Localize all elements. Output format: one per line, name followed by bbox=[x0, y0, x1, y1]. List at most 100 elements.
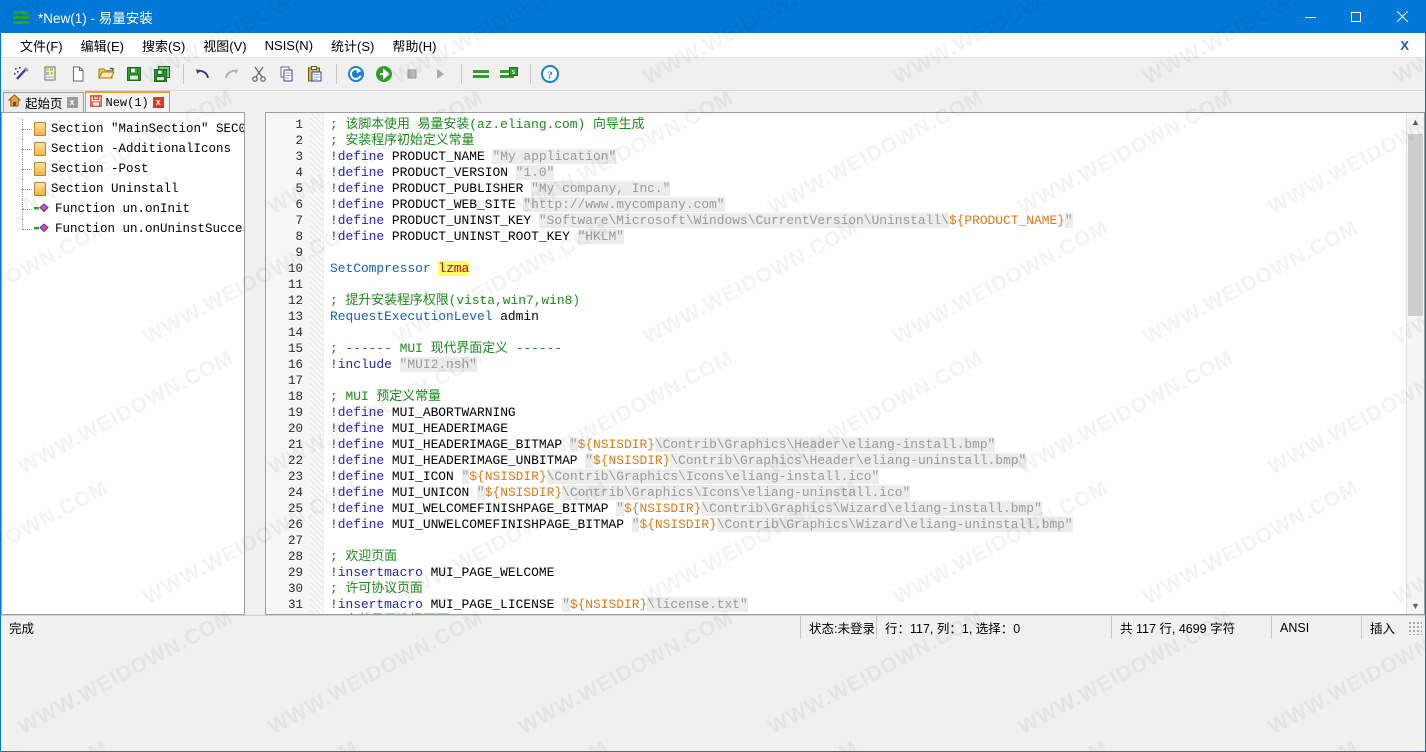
code-token: !define bbox=[330, 149, 385, 164]
code-line[interactable]: !define PRODUCT_PUBLISHER "My company, I… bbox=[330, 181, 1406, 197]
menu-view[interactable]: 视图(V) bbox=[194, 33, 255, 58]
play-icon[interactable] bbox=[427, 61, 453, 87]
editor-vertical-scrollbar[interactable]: ▲ ▼ bbox=[1406, 113, 1424, 614]
code-line[interactable]: !define MUI_UNICON "${NSISDIR}\Contrib\G… bbox=[330, 485, 1406, 501]
code-line[interactable] bbox=[330, 277, 1406, 293]
code-line[interactable]: ; 欢迎页面 bbox=[330, 549, 1406, 565]
menu-help[interactable]: 帮助(H) bbox=[383, 33, 445, 58]
code-line[interactable]: ; 提升安装程序权限(vista,win7,win8) bbox=[330, 293, 1406, 309]
tab-new-1[interactable]: New(1) x bbox=[84, 91, 170, 112]
code-line[interactable]: !define MUI_ABORTWARNING bbox=[330, 405, 1406, 421]
tree-item-mainsection[interactable]: Section "MainSection" SEC01 bbox=[8, 119, 244, 139]
toolbar-separator bbox=[530, 64, 531, 84]
code-line[interactable]: !define PRODUCT_VERSION "1.0" bbox=[330, 165, 1406, 181]
stop-icon[interactable] bbox=[399, 61, 425, 87]
code-token: !define bbox=[330, 501, 385, 516]
app-logo-icon bbox=[13, 9, 29, 25]
code-line[interactable]: !insertmacro MUI_PAGE_LICENSE "${NSISDIR… bbox=[330, 597, 1406, 613]
code-line[interactable]: ; MUI 预定义常量 bbox=[330, 389, 1406, 405]
code-line[interactable]: !define PRODUCT_UNINST_ROOT_KEY "HKLM" bbox=[330, 229, 1406, 245]
line-number: 12 bbox=[287, 294, 303, 308]
resize-grip-icon[interactable] bbox=[1408, 620, 1422, 635]
pane-splitter[interactable] bbox=[245, 112, 265, 615]
code-token: ${NSISDIR} bbox=[577, 437, 655, 452]
wizard-icon[interactable] bbox=[9, 61, 35, 87]
save-all-icon[interactable] bbox=[149, 61, 175, 87]
code-line[interactable] bbox=[330, 325, 1406, 341]
folder-icon bbox=[34, 162, 46, 176]
code-line[interactable]: SetCompressor lzma bbox=[330, 261, 1406, 277]
redo-icon[interactable] bbox=[218, 61, 244, 87]
tab-start-page-close-icon[interactable]: x bbox=[66, 97, 78, 108]
new-from-template-icon[interactable] bbox=[37, 61, 63, 87]
copy-icon[interactable] bbox=[274, 61, 300, 87]
code-line[interactable]: !define MUI_HEADERIMAGE_UNBITMAP "${NSIS… bbox=[330, 453, 1406, 469]
code-line[interactable]: ; 该脚本使用 易量安装(az.eliang.com) 向导生成 bbox=[330, 117, 1406, 133]
tree-item-post[interactable]: Section -Post bbox=[8, 159, 244, 179]
code-token: ; 许可协议页面 bbox=[330, 581, 423, 596]
code-line[interactable]: ; 安装目录选择页面 bbox=[330, 613, 1406, 614]
paste-icon[interactable] bbox=[302, 61, 328, 87]
code-token: MUI_HEADERIMAGE bbox=[384, 421, 508, 436]
menu-file[interactable]: 文件(F) bbox=[11, 33, 72, 58]
menu-search[interactable]: 搜索(S) bbox=[133, 33, 194, 58]
menu-edit[interactable]: 编辑(E) bbox=[72, 33, 133, 58]
run-icon[interactable] bbox=[371, 61, 397, 87]
close-document-button[interactable]: X bbox=[1400, 38, 1409, 53]
code-text-area[interactable]: ; 该脚本使用 易量安装(az.eliang.com) 向导生成; 安装程序初始… bbox=[324, 113, 1406, 614]
scrollbar-thumb[interactable] bbox=[1408, 134, 1423, 316]
scroll-up-arrow-icon[interactable]: ▲ bbox=[1407, 113, 1424, 130]
code-line[interactable]: !define MUI_ICON "${NSISDIR}\Contrib\Gra… bbox=[330, 469, 1406, 485]
code-line[interactable]: !include "MUI2.nsh" bbox=[330, 357, 1406, 373]
code-line[interactable]: !define PRODUCT_WEB_SITE "http://www.myc… bbox=[330, 197, 1406, 213]
scroll-down-arrow-icon[interactable]: ▼ bbox=[1407, 597, 1424, 614]
code-line[interactable]: !define MUI_WELCOMEFINISHPAGE_BITMAP "${… bbox=[330, 501, 1406, 517]
code-token: " bbox=[562, 597, 570, 612]
code-line[interactable]: !insertmacro MUI_PAGE_WELCOME bbox=[330, 565, 1406, 581]
compile-sfx-icon[interactable]: s bbox=[496, 61, 522, 87]
code-line[interactable] bbox=[330, 373, 1406, 389]
compile-icon[interactable] bbox=[468, 61, 494, 87]
code-line[interactable]: !define MUI_HEADERIMAGE_BITMAP "${NSISDI… bbox=[330, 437, 1406, 453]
code-line[interactable]: ; 安装程序初始定义常量 bbox=[330, 133, 1406, 149]
code-line[interactable]: !define PRODUCT_NAME "My application" bbox=[330, 149, 1406, 165]
menu-bar: 文件(F) 编辑(E) 搜索(S) 视图(V) NSIS(N) 统计(S) 帮助… bbox=[1, 33, 1425, 58]
code-line[interactable]: RequestExecutionLevel admin bbox=[330, 309, 1406, 325]
code-line[interactable]: ; ------ MUI 现代界面定义 ------ bbox=[330, 341, 1406, 357]
undo-icon[interactable] bbox=[190, 61, 216, 87]
refresh-icon[interactable] bbox=[343, 61, 369, 87]
line-number: 15 bbox=[287, 342, 303, 356]
minimize-button[interactable] bbox=[1287, 1, 1333, 33]
code-line[interactable]: ; 许可协议页面 bbox=[330, 581, 1406, 597]
tab-start-page-label: 起始页 bbox=[25, 97, 63, 111]
menu-nsis[interactable]: NSIS(N) bbox=[256, 35, 322, 56]
tree-item-un-onuninstsuccess[interactable]: Function un.onUninstSuccess bbox=[8, 219, 244, 239]
code-token: " bbox=[569, 437, 578, 452]
cut-icon[interactable] bbox=[246, 61, 272, 87]
code-token: \Contrib\Graphics\Wizard\eliang-uninstal… bbox=[716, 517, 1073, 532]
menu-stats[interactable]: 统计(S) bbox=[322, 33, 383, 58]
line-number: 10 bbox=[287, 262, 303, 276]
close-button[interactable] bbox=[1379, 1, 1425, 33]
code-line[interactable] bbox=[330, 245, 1406, 261]
marker-column[interactable] bbox=[310, 113, 324, 614]
watermark-text: WWW.WEIDOWN.COM bbox=[1139, 736, 1362, 751]
tree-item-additionalicons[interactable]: Section -AdditionalIcons bbox=[8, 139, 244, 159]
open-folder-icon[interactable] bbox=[93, 61, 119, 87]
tab-new-1-close-icon[interactable]: x bbox=[152, 97, 164, 108]
code-line[interactable] bbox=[330, 533, 1406, 549]
tree-item-un-oninit[interactable]: Function un.onInit bbox=[8, 199, 244, 219]
help-icon[interactable]: ? bbox=[537, 61, 563, 87]
code-line[interactable]: !define MUI_UNWELCOMEFINISHPAGE_BITMAP "… bbox=[330, 517, 1406, 533]
tree-item-uninstall[interactable]: Section Uninstall bbox=[8, 179, 244, 199]
code-token: " bbox=[476, 485, 485, 500]
code-line[interactable]: !define MUI_HEADERIMAGE bbox=[330, 421, 1406, 437]
tree-guide-dash bbox=[22, 129, 32, 130]
code-token: \Contrib\Graphics\Icons\eliang-uninstall… bbox=[562, 485, 911, 500]
tab-start-page[interactable]: 起始页 x bbox=[3, 92, 84, 112]
code-line[interactable]: !define PRODUCT_UNINST_KEY "Software\Mic… bbox=[330, 213, 1406, 229]
scrollbar-track[interactable] bbox=[1407, 130, 1424, 597]
maximize-button[interactable] bbox=[1333, 1, 1379, 33]
new-file-icon[interactable] bbox=[65, 61, 91, 87]
save-icon[interactable] bbox=[121, 61, 147, 87]
